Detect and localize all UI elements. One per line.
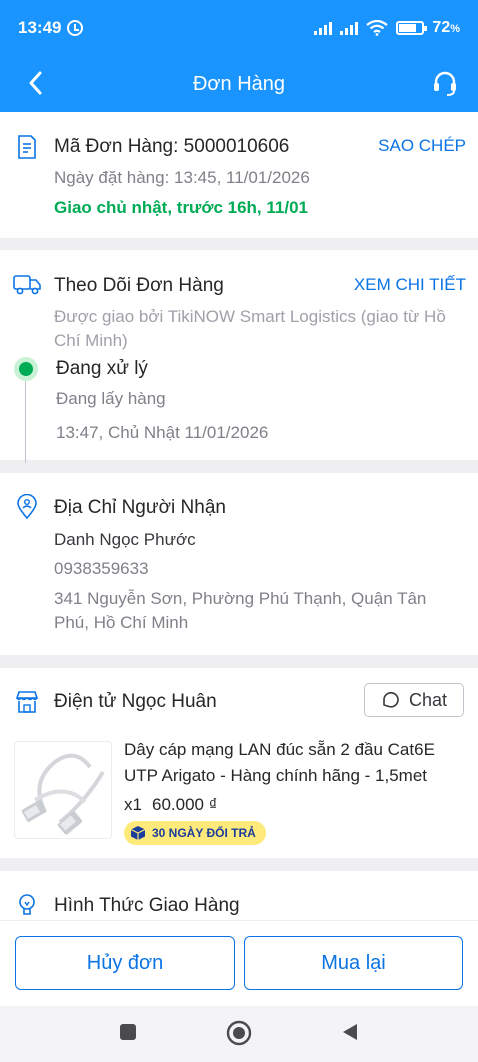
home-icon[interactable] <box>226 1020 252 1046</box>
lan-cable-image <box>21 753 105 835</box>
seller-name[interactable]: Điện tử Ngọc Huân <box>54 691 217 713</box>
tracking-timestamp: 13:47, Chủ Nhật 11/01/2026 <box>56 423 269 442</box>
return-policy-badge: 30 NGÀY ĐỔI TRẢ <box>124 821 266 845</box>
alarm-icon <box>67 20 84 36</box>
recipient-title: Địa Chỉ Người Nhận <box>54 497 226 518</box>
recipient-phone: 0938359633 <box>54 559 149 578</box>
store-icon <box>15 691 39 713</box>
recipient-address: 341 Nguyễn Sơn, Phường Phú Thạnh, Quận T… <box>54 589 427 608</box>
system-nav-bar <box>0 1006 478 1062</box>
tracking-title: Theo Dõi Đơn Hàng <box>54 275 224 296</box>
status-bar: 13:49 72% <box>0 0 478 56</box>
headset-icon[interactable] <box>430 68 460 98</box>
recent-apps-icon[interactable] <box>118 1022 138 1042</box>
copy-order-code-button[interactable]: SAO CHÉP <box>378 136 466 156</box>
signal-icon <box>314 21 333 35</box>
chat-button[interactable]: Chat <box>364 683 464 717</box>
status-indicators: 72% <box>314 19 460 37</box>
bottom-action-bar: Hủy đơn Mua lại <box>0 920 478 1006</box>
product-quantity: x1 <box>124 795 142 814</box>
order-code: Mã Đơn Hàng: 5000010606 <box>54 136 290 157</box>
carrier-info: Được giao bởi TikiNOW Smart Logistics (g… <box>54 307 446 326</box>
cancel-order-button[interactable]: Hủy đơn <box>15 936 235 990</box>
page-title: Đơn Hàng <box>192 72 286 95</box>
box-icon <box>130 826 146 840</box>
recipient-name: Danh Ngọc Phước <box>54 530 196 549</box>
nav-back-icon[interactable] <box>340 1022 360 1042</box>
delivery-truck-icon <box>13 275 41 295</box>
tracking-status: Đang xử lý <box>56 358 148 379</box>
product-price: 60.000 ₫ <box>152 795 218 814</box>
timeline-line <box>25 378 26 463</box>
shipping-title: Hình Thức Giao Hàng <box>54 895 240 916</box>
receipt-icon <box>18 135 36 159</box>
tracking-sub-status: Đang lấy hàng <box>56 389 166 408</box>
return-policy-label: 30 NGÀY ĐỔI TRẢ <box>152 826 256 840</box>
product-thumbnail[interactable] <box>14 741 112 839</box>
product-name[interactable]: Dây cáp mạng LAN đúc sẵn 2 đầu Cat6E UTP… <box>124 737 464 789</box>
wifi-icon <box>366 20 389 36</box>
delivery-promise: Giao chủ nhật, trước 16h, 11/01 <box>54 198 308 217</box>
status-time: 13:49 <box>18 18 62 37</box>
app-bar: Đơn Hàng <box>0 56 478 112</box>
battery-icon <box>396 21 428 35</box>
recipient-address-cont: Phú, Hồ Chí Minh <box>54 613 189 632</box>
chat-label: Chat <box>408 689 448 710</box>
timeline-dot <box>14 357 38 381</box>
lightbulb-icon <box>19 894 35 915</box>
location-pin-icon <box>17 494 37 520</box>
chat-bubble-icon <box>383 692 399 708</box>
back-icon[interactable] <box>22 68 52 98</box>
order-date: Ngày đặt hàng: 13:45, 11/01/2026 <box>54 168 310 187</box>
rebuy-button[interactable]: Mua lại <box>244 936 463 990</box>
view-detail-button[interactable]: XEM CHI TIẾT <box>354 275 466 295</box>
carrier-info-cont: Chí Minh) <box>54 331 128 350</box>
signal-icon <box>340 21 359 35</box>
battery-level: 72% <box>432 19 460 36</box>
